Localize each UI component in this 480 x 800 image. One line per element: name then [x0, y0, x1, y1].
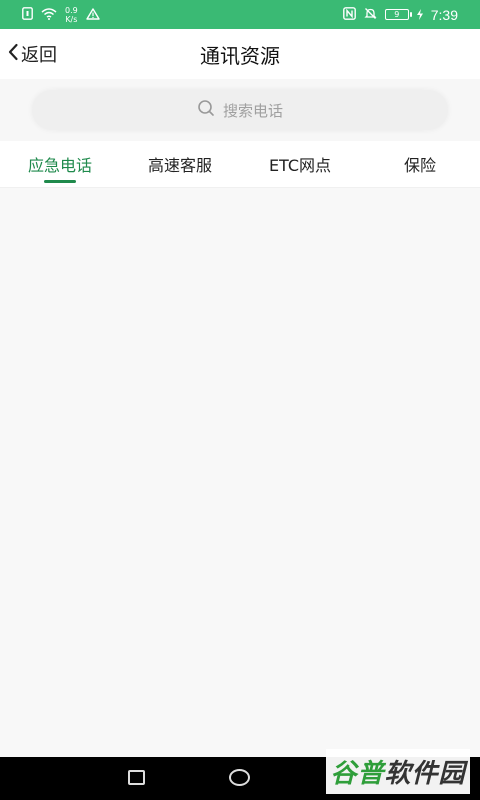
search-icon [197, 99, 215, 121]
warning-icon [86, 5, 100, 24]
wifi-icon [41, 5, 57, 24]
mute-icon [364, 5, 377, 24]
back-label: 返回 [21, 45, 57, 66]
tab-label: 高速客服 [147, 156, 212, 175]
tab-highway-service[interactable]: 高速客服 [120, 141, 240, 187]
tab-emergency-phone[interactable]: 应急电话 [0, 141, 120, 187]
network-speed: 0.9 K/s [65, 6, 78, 24]
tab-label: 保险 [403, 156, 436, 175]
page-title: 通讯资源 [200, 43, 280, 68]
app-header: 通讯资源 返回 [0, 29, 480, 79]
battery-icon: 9 [384, 9, 412, 20]
watermark-text: 谷普软件园 [330, 759, 466, 789]
tab-bar: 应急电话 高速客服 ETC网点 保险 [0, 141, 480, 187]
search-section: 搜索电话 [0, 79, 480, 141]
search-placeholder: 搜索电话 [222, 101, 283, 120]
tab-label: ETC网点 [268, 156, 332, 175]
back-button[interactable]: 返回 [7, 29, 57, 79]
watermark-logo: 谷普软件园 [326, 749, 470, 794]
charging-icon [416, 5, 423, 24]
network-speed-unit: K/s [65, 14, 78, 24]
tab-label: 应急电话 [27, 156, 92, 175]
status-bar-left: 0.9 K/s [22, 0, 100, 29]
status-bar-right: 9 7:39 [342, 0, 458, 29]
search-input[interactable]: 搜索电话 [32, 90, 448, 130]
active-tab-indicator [44, 180, 76, 183]
chevron-left-icon [7, 43, 19, 65]
recent-apps-button[interactable] [128, 770, 145, 785]
content-area [0, 187, 480, 758]
sim-icon [22, 5, 33, 24]
battery-level: 9 [394, 10, 400, 19]
tab-etc-outlets[interactable]: ETC网点 [240, 141, 360, 187]
nfc-icon [342, 5, 356, 24]
status-bar: 0.9 K/s 9 7:39 [0, 0, 480, 29]
clock: 7:39 [430, 6, 458, 23]
tab-insurance[interactable]: 保险 [360, 141, 480, 187]
network-speed-value: 0.9 [65, 5, 78, 15]
home-button[interactable] [229, 769, 250, 786]
